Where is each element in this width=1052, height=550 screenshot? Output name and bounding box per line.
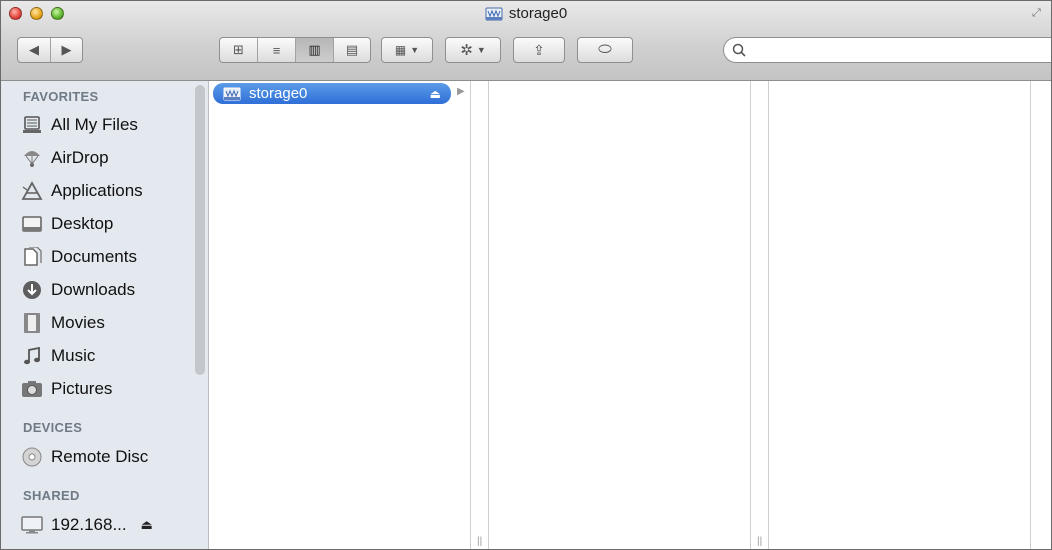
fullscreen-icon[interactable]: ⤢ [1032, 7, 1045, 20]
applications-icon [21, 180, 43, 202]
sidebar-item-label: Pictures [51, 379, 113, 398]
sidebar-item-label: Movies [51, 313, 105, 332]
list-item-label: storage0 [249, 85, 308, 102]
sidebar-item-label: Music [51, 346, 96, 365]
airdrop-icon [21, 147, 43, 169]
sidebar-item-all-my-files[interactable]: All My Files [21, 110, 138, 140]
chevron-down-icon: ▼ [476, 45, 486, 55]
icon-view-button[interactable]: ⊞ [220, 38, 258, 62]
column-2 [489, 81, 751, 549]
forward-button[interactable]: ▶ [51, 38, 82, 62]
column-gap [471, 81, 489, 549]
back-forward-buttons: ◀ ▶ [17, 37, 83, 63]
column-4 [1031, 81, 1051, 549]
share-icon: ⇪ [533, 41, 545, 58]
pictures-icon [21, 378, 43, 400]
title-bar: storage0 ⤢ ◀ ▶ ⊞ ≡ ▥ ▤ ▦ ▼ ✲ ▼ ⇪ ⬭ [1, 1, 1051, 81]
disclosure-arrow-icon: ▶ [457, 86, 465, 97]
music-icon [21, 345, 43, 367]
chevron-down-icon: ▼ [410, 45, 420, 55]
column-3 [769, 81, 1031, 549]
shared-section-label: SHARED [23, 488, 80, 503]
gear-icon: ✲ [460, 42, 473, 59]
column-gap [751, 81, 769, 549]
eject-icon[interactable]: ⏏ [141, 517, 153, 533]
arrange-icon: ▦ [394, 43, 407, 57]
sidebar-item-airdrop[interactable]: AirDrop [21, 143, 109, 173]
sidebar-item-downloads[interactable]: Downloads [21, 275, 135, 305]
sidebar-item-label: Desktop [51, 214, 114, 233]
sidebar: FAVORITES All My Files AirDrop Applicati… [1, 81, 209, 549]
downloads-icon [21, 279, 43, 301]
sidebar-scrollbar[interactable] [195, 85, 205, 375]
sidebar-item-label: Applications [51, 181, 143, 200]
arrange-button[interactable]: ▦ ▼ [381, 37, 433, 63]
network-computer-icon [21, 514, 43, 536]
back-button[interactable]: ◀ [18, 38, 51, 62]
window-title: storage0 [1, 5, 1051, 22]
coverflow-view-button[interactable]: ▤ [334, 38, 370, 62]
sidebar-item-desktop[interactable]: Desktop [21, 209, 113, 239]
sidebar-item-label: Downloads [51, 280, 136, 299]
remote-disc-icon [21, 446, 43, 468]
list-view-button[interactable]: ≡ [258, 38, 296, 62]
finder-window: storage0 ⤢ ◀ ▶ ⊞ ≡ ▥ ▤ ▦ ▼ ✲ ▼ ⇪ ⬭ FAVOR… [0, 0, 1052, 550]
eject-icon[interactable]: ⏏ [430, 87, 441, 101]
sidebar-item-label: 192.168... [51, 515, 127, 534]
tag-icon: ⬭ [598, 41, 612, 58]
network-volume-icon [485, 7, 503, 20]
sidebar-item-applications[interactable]: Applications [21, 176, 143, 206]
search-field[interactable] [723, 37, 1051, 63]
documents-icon [21, 246, 43, 268]
share-button[interactable]: ⇪ [513, 37, 565, 63]
network-volume-icon [223, 87, 241, 100]
column-resize-handle[interactable]: || [477, 536, 482, 547]
column-view-button[interactable]: ▥ [296, 38, 334, 62]
toolbar: ◀ ▶ ⊞ ≡ ▥ ▤ ▦ ▼ ✲ ▼ ⇪ ⬭ [1, 37, 1051, 69]
sidebar-item-label: AirDrop [51, 148, 109, 167]
column-resize-handle[interactable]: || [757, 536, 762, 547]
column-1 [209, 81, 471, 549]
sidebar-item-movies[interactable]: Movies [21, 308, 105, 338]
movies-icon [21, 312, 43, 334]
search-input[interactable] [752, 42, 1032, 58]
sidebar-item-label: Documents [51, 247, 137, 266]
sidebar-item-network-host[interactable]: 192.168... ⏏ [21, 510, 153, 540]
list-item-storage0[interactable]: storage0 ⏏ [213, 83, 451, 104]
view-mode-buttons: ⊞ ≡ ▥ ▤ [219, 37, 371, 63]
action-button[interactable]: ✲ ▼ [445, 37, 501, 63]
sidebar-item-music[interactable]: Music [21, 341, 95, 371]
sidebar-item-remote-disc[interactable]: Remote Disc [21, 442, 148, 472]
all-files-icon [21, 114, 43, 136]
sidebar-item-label: All My Files [51, 115, 138, 134]
desktop-icon [21, 213, 43, 235]
sidebar-item-label: Remote Disc [51, 447, 149, 466]
favorites-section-label: FAVORITES [23, 89, 99, 104]
window-title-text: storage0 [508, 5, 568, 22]
search-icon [732, 43, 746, 57]
sidebar-item-pictures[interactable]: Pictures [21, 374, 112, 404]
sidebar-item-documents[interactable]: Documents [21, 242, 137, 272]
tags-button[interactable]: ⬭ [577, 37, 633, 63]
devices-section-label: DEVICES [23, 420, 83, 435]
